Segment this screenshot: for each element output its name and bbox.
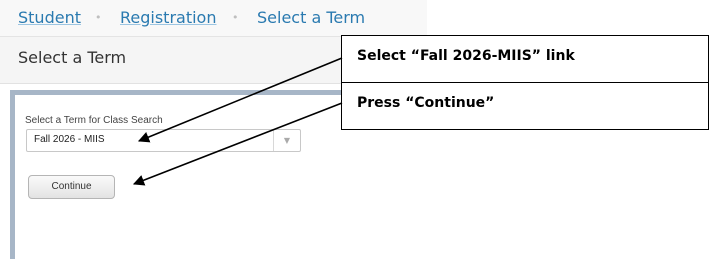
annotation-arrows: [132, 57, 343, 186]
arrow-to-continue-button: [132, 102, 343, 186]
arrow-to-term-select: [137, 57, 343, 143]
